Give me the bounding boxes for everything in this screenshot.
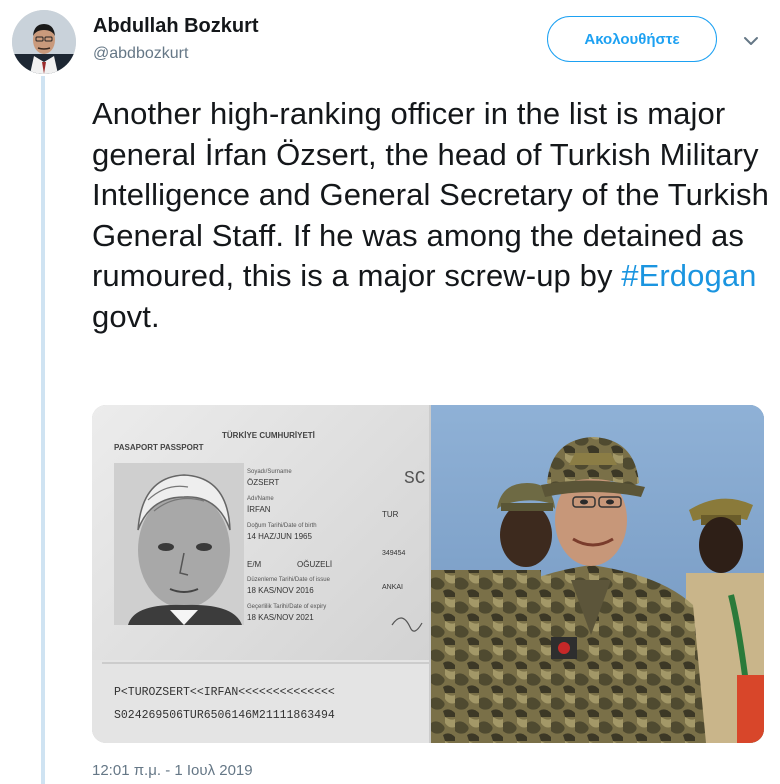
- passport-photo[interactable]: PASAPORT PASSPORT TÜRKİYE CUMHURİYETİ SC…: [92, 405, 429, 743]
- issue-value: 18 KAS/NOV 2016: [247, 586, 314, 595]
- dob-value: 14 HAZ/JUN 1965: [247, 532, 312, 541]
- follow-button[interactable]: Ακολουθήστε: [547, 16, 717, 62]
- svg-text:349454: 349454: [382, 550, 405, 557]
- mrz-line-2: S024269506TUR6506146M21111863494: [114, 709, 335, 722]
- media-grid: PASAPORT PASSPORT TÜRKİYE CUMHURİYETİ SC…: [92, 405, 764, 743]
- given-label: Adı/Name: [247, 496, 274, 502]
- issue-label: Düzenleme Tarihi/Date of issue: [247, 577, 331, 583]
- nationality-value: TUR: [382, 510, 399, 519]
- chevron-down-icon[interactable]: [740, 30, 762, 52]
- expiry-value: 18 KAS/NOV 2021: [247, 613, 314, 622]
- svg-text:ANKAI: ANKAI: [382, 584, 403, 591]
- passport-header-left: PASAPORT PASSPORT: [114, 443, 204, 452]
- author-name[interactable]: Abdullah Bozkurt: [93, 15, 259, 38]
- given-value: İRFAN: [247, 505, 271, 514]
- pob-value: OĞUZELİ: [297, 560, 332, 569]
- tweet-text-end: govt.: [92, 298, 160, 334]
- tweet-text: Another high-ranking officer in the list…: [92, 94, 772, 337]
- surname-value: ÖZSERT: [247, 478, 279, 487]
- tweet-timestamp[interactable]: 12:01 π.μ. - 1 Ιουλ 2019: [92, 762, 253, 779]
- author-handle[interactable]: @abdbozkurt: [93, 45, 188, 63]
- avatar[interactable]: [12, 10, 76, 74]
- thread-line: [41, 76, 45, 784]
- hashtag-link[interactable]: #Erdogan: [621, 258, 756, 293]
- expiry-label: Geçerlilik Tarihi/Date of expiry: [247, 604, 326, 610]
- surname-label: Soyadı/Surname: [247, 469, 292, 475]
- officer-photo[interactable]: [431, 405, 764, 743]
- sex-value: E/M: [247, 560, 262, 569]
- dob-label: Doğum Tarihi/Date of birth: [247, 523, 317, 529]
- mrz-line-1: P<TUROZSERT<<IRFAN<<<<<<<<<<<<<<: [114, 686, 335, 699]
- svg-text:SC: SC: [404, 469, 426, 489]
- passport-header-right: TÜRKİYE CUMHURİYETİ: [222, 431, 315, 440]
